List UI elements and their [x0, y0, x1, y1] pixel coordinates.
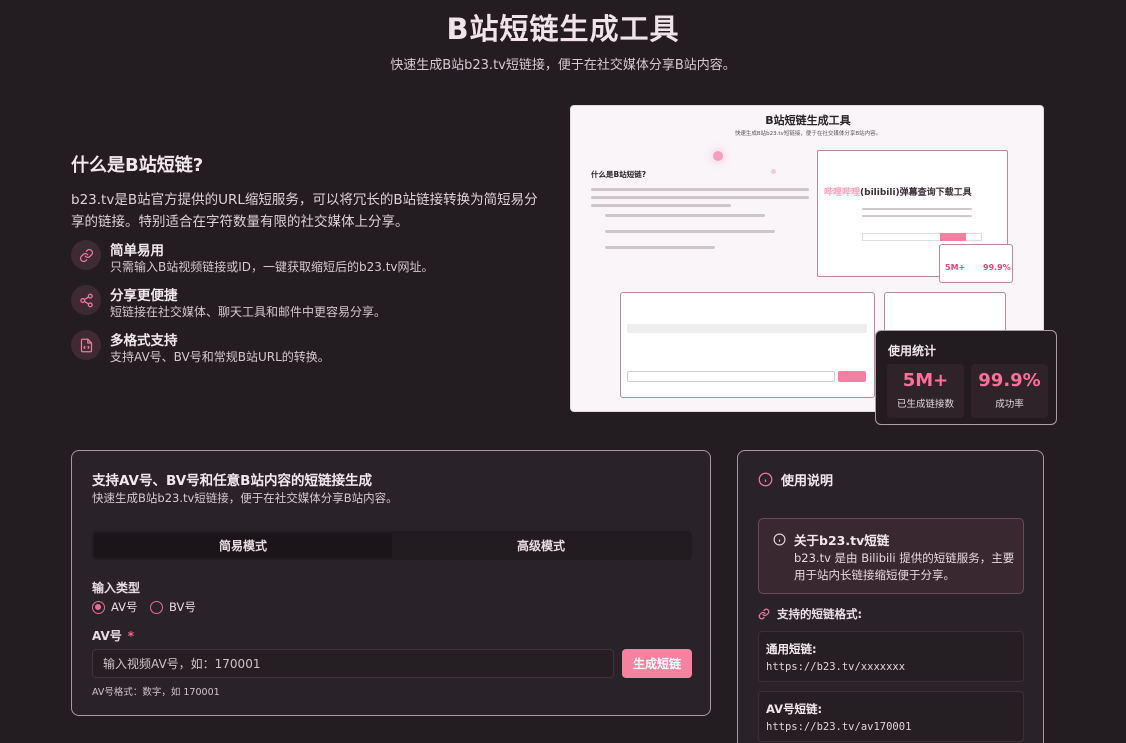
preview-generator-card	[620, 292, 875, 398]
stat-label: 成功率	[995, 399, 1024, 410]
link-icon	[758, 608, 770, 620]
file-code-icon	[71, 330, 101, 360]
input-type-label: 输入类型	[92, 581, 141, 595]
tab-advanced-mode[interactable]: 高级模式	[392, 533, 690, 558]
page-title: B站短链生成工具	[446, 12, 680, 46]
feature-desc: 只需输入B站视频链接或ID，一键获取缩短后的b23.tv网址。	[110, 260, 434, 274]
about-desc: b23.tv 是由 Bilibili 提供的短链服务，主要用于站内长链接缩短便于…	[794, 551, 1015, 582]
generator-card: 支持AV号、BV号和任意B站内容的短链接生成 快速生成B站b23.tv短链接，便…	[71, 450, 711, 716]
tab-simple-mode[interactable]: 简易模式	[94, 533, 392, 558]
preview-button	[940, 233, 966, 241]
av-field-label: AV号 *	[92, 627, 134, 644]
preview-mini-stats: 5M+ 99.9%	[939, 244, 1013, 283]
decor-dot	[771, 169, 776, 174]
radio-bv[interactable]: BV号	[150, 600, 196, 614]
stats-card: 使用统计 5M+ 已生成链接数 99.9% 成功率	[875, 330, 1057, 425]
format-name: AV号短链:	[766, 702, 823, 716]
preview-mini-stat-b: 99.9%	[983, 263, 1011, 272]
preview-text-line	[862, 215, 972, 217]
mode-tabs: 简易模式 高级模式	[92, 531, 692, 560]
info-icon	[758, 472, 773, 487]
preview-text-line	[862, 208, 972, 210]
preview-text-line	[605, 230, 775, 233]
radio-unchecked-icon[interactable]	[150, 600, 163, 614]
radio-checked-icon[interactable]	[92, 600, 105, 614]
av-input[interactable]	[92, 649, 614, 678]
feature-item-share: 分享更便捷 短链接在社交媒体、聊天工具和邮件中更容易分享。	[71, 285, 551, 321]
feature-title: 多格式支持	[110, 333, 178, 349]
share-icon	[71, 285, 101, 315]
intro-title: 什么是B站短链?	[71, 155, 204, 176]
preview-text-line	[605, 214, 765, 217]
radio-av[interactable]: AV号	[92, 600, 138, 614]
generator-title: 支持AV号、BV号和任意B站内容的短链接生成	[92, 473, 372, 489]
preview-title: B站短链生成工具	[765, 114, 851, 127]
preview-text-line	[591, 188, 809, 191]
stat-value: 5M+	[902, 370, 949, 391]
av-label-text: AV号	[92, 629, 122, 643]
feature-item-easy: 简单易用 只需输入B站视频链接或ID，一键获取缩短后的b23.tv网址。	[71, 240, 551, 276]
preview-av-input	[627, 371, 835, 382]
stat-success-rate: 99.9% 成功率	[971, 364, 1048, 418]
stats-title: 使用统计	[888, 344, 937, 358]
preview-text-line	[591, 196, 809, 199]
av-format-hint: AV号格式：数字，如 170001	[92, 687, 220, 698]
usage-card: 使用说明 关于b23.tv短链 b23.tv 是由 Bilibili 提供的短链…	[737, 450, 1044, 743]
feature-title: 简单易用	[110, 243, 164, 259]
format-url: https://b23.tv/xxxxxxx	[766, 661, 906, 673]
formats-title: 支持的短链格式:	[777, 607, 863, 621]
feature-item-formats: 多格式支持 支持AV号、BV号和常规B站URL的转换。	[71, 330, 551, 366]
link-icon	[71, 240, 101, 270]
generate-button[interactable]: 生成短链	[622, 649, 692, 678]
about-title: 关于b23.tv短链	[794, 533, 890, 548]
decor-dot	[713, 151, 723, 161]
radio-label: BV号	[169, 600, 196, 614]
required-mark: *	[127, 629, 135, 643]
preview-text-line	[605, 246, 715, 249]
stat-value: 99.9%	[978, 370, 1041, 391]
formats-header: 支持的短链格式:	[758, 606, 862, 622]
stat-links-generated: 5M+ 已生成链接数	[887, 364, 964, 418]
preview-text-line	[591, 204, 731, 207]
page-subtitle: 快速生成B站b23.tv短链接，便于在社交媒体分享B站内容。	[390, 58, 736, 73]
format-name: 通用短链:	[766, 642, 817, 656]
intro-description: b23.tv是B站官方提供的URL缩短服务，可以将冗长的B站链接转换为简短易分享…	[71, 192, 538, 230]
usage-header: 使用说明	[758, 470, 833, 489]
preview-tabs	[627, 324, 867, 333]
format-item-generic: 通用短链: https://b23.tv/xxxxxxx	[758, 631, 1024, 682]
stat-label: 已生成链接数	[896, 399, 954, 410]
preview-shot-title: 哔哩哔哩(bilibili)弹幕查询下载工具	[824, 188, 972, 198]
radio-label: AV号	[111, 600, 138, 614]
preview-subtitle: 快速生成B站b23.tv短链接，便于在社交媒体分享B站内容。	[734, 131, 882, 137]
format-url: https://b23.tv/av170001	[766, 721, 912, 733]
about-box: 关于b23.tv短链 b23.tv 是由 Bilibili 提供的短链服务，主要…	[758, 518, 1024, 594]
usage-title: 使用说明	[781, 474, 834, 489]
info-icon	[773, 533, 786, 546]
preview-usage-card	[884, 292, 1006, 332]
feature-desc: 短链接在社交媒体、聊天工具和邮件中更容易分享。	[110, 305, 387, 319]
feature-title: 分享更便捷	[110, 288, 178, 304]
preview-mini-stat-a: 5M+	[945, 263, 966, 272]
preview-heading: 什么是B站短链?	[591, 170, 647, 179]
preview-generate-button	[838, 371, 866, 382]
feature-desc: 支持AV号、BV号和常规B站URL的转换。	[110, 350, 330, 364]
format-item-av: AV号短链: https://b23.tv/av170001	[758, 691, 1024, 742]
generator-subtitle: 快速生成B站b23.tv短链接，便于在社交媒体分享B站内容。	[92, 491, 398, 505]
